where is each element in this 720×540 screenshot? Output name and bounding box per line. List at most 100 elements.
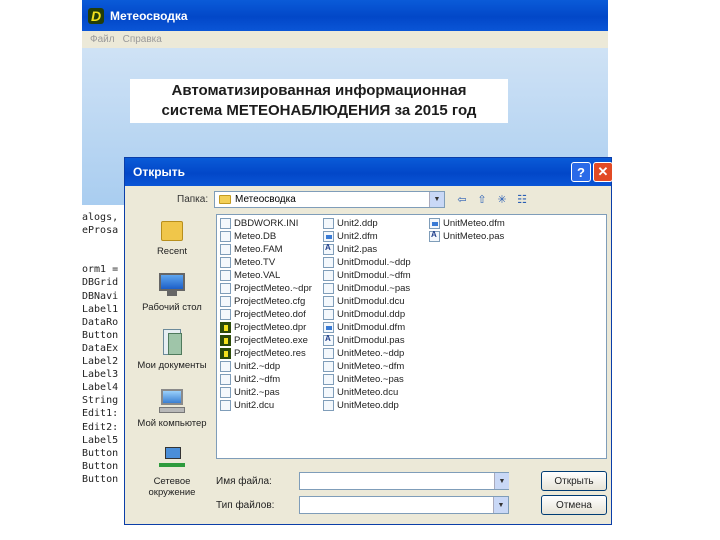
- file-item[interactable]: Unit2.~dfm: [220, 373, 312, 386]
- file-item[interactable]: UnitDmodul.~dfm: [323, 269, 411, 282]
- file-name: UnitMeteo.dcu: [337, 387, 399, 398]
- help-button[interactable]: ?: [571, 162, 591, 182]
- file-name: Meteo.FAM: [234, 244, 283, 255]
- file-name: UnitMeteo.ddp: [337, 400, 399, 411]
- file-item[interactable]: ProjectMeteo.~dpr: [220, 282, 312, 295]
- close-button[interactable]: ✕: [593, 162, 613, 182]
- file-item[interactable]: Unit2.dfm: [323, 230, 411, 243]
- filename-input[interactable]: [299, 472, 509, 490]
- chevron-down-icon[interactable]: ▼: [494, 473, 509, 489]
- place-network-label-1: Сетевое: [153, 476, 191, 487]
- place-recent[interactable]: Recent: [129, 215, 215, 257]
- file-icon: [323, 243, 334, 255]
- file-name: Unit2.dcu: [234, 400, 275, 411]
- file-item[interactable]: ProjectMeteo.cfg: [220, 295, 312, 308]
- file-icon: [220, 361, 231, 372]
- file-item[interactable]: Meteo.DB: [220, 230, 312, 243]
- file-name: UnitMeteo.dfm: [443, 218, 505, 229]
- code-line: Button: [82, 460, 119, 472]
- file-name: Unit2.~pas: [234, 387, 280, 398]
- file-item[interactable]: UnitMeteo.~dfm: [323, 360, 411, 373]
- place-desktop[interactable]: Рабочий стол: [129, 271, 215, 313]
- banner-line1: Автоматизированная информационная: [171, 82, 467, 99]
- up-folder-icon[interactable]: ⇧: [475, 192, 489, 206]
- file-item[interactable]: UnitDmodul.ddp: [323, 308, 411, 321]
- look-in-dropdown[interactable]: Метеосводка ▼: [214, 191, 445, 208]
- filetype-select[interactable]: ▼: [299, 496, 509, 514]
- places-bar: Recent Рабочий стол Мои документы Мой ко…: [129, 213, 215, 513]
- file-icon: [323, 387, 334, 398]
- file-icon: [323, 322, 334, 333]
- file-name: ProjectMeteo.exe: [234, 335, 308, 346]
- file-name: UnitMeteo.~pas: [337, 374, 404, 385]
- back-arrow-icon[interactable]: ⇦: [455, 192, 469, 206]
- file-icon: [220, 231, 231, 242]
- file-item[interactable]: ProjectMeteo.res: [220, 347, 312, 360]
- file-item[interactable]: Meteo.TV: [220, 256, 312, 269]
- file-item[interactable]: UnitMeteo.~ddp: [323, 347, 411, 360]
- chevron-down-icon[interactable]: ▼: [429, 192, 444, 207]
- banner-line2: система МЕТЕОНАБЛЮДЕНИЯ за 2015 год: [161, 102, 477, 119]
- place-network-label-2: окружение: [148, 487, 196, 498]
- file-item[interactable]: Unit2.~ddp: [220, 360, 312, 373]
- file-icon: [323, 334, 334, 346]
- file-name: ProjectMeteo.cfg: [234, 296, 306, 307]
- file-item[interactable]: Unit2.pas: [323, 243, 411, 256]
- file-item[interactable]: UnitMeteo.ddp: [323, 399, 411, 412]
- code-line: Button: [82, 447, 119, 459]
- app-titlebar: D Метеосводка: [82, 0, 608, 31]
- file-item[interactable]: UnitMeteo.dfm: [429, 217, 505, 230]
- file-item[interactable]: Unit2.~pas: [220, 386, 312, 399]
- file-item[interactable]: UnitDmodul.~pas: [323, 282, 411, 295]
- file-item[interactable]: ProjectMeteo.dof: [220, 308, 312, 321]
- file-item[interactable]: UnitMeteo.pas: [429, 230, 505, 243]
- chevron-down-icon[interactable]: ▼: [493, 497, 508, 513]
- code-line: DBNavi: [82, 290, 119, 302]
- file-icon: [323, 374, 334, 385]
- open-button[interactable]: Открыть: [541, 471, 607, 491]
- file-name: Meteo.VAL: [234, 270, 281, 281]
- file-item[interactable]: Unit2.dcu: [220, 399, 312, 412]
- file-icon: [220, 348, 231, 359]
- new-folder-icon[interactable]: ✳: [495, 192, 509, 206]
- file-item[interactable]: UnitDmodul.pas: [323, 334, 411, 347]
- file-name: Unit2.dfm: [337, 231, 378, 242]
- file-icon: [429, 218, 440, 229]
- file-item[interactable]: Unit2.ddp: [323, 217, 411, 230]
- place-computer-label: Мой компьютер: [137, 418, 207, 429]
- place-computer[interactable]: Мой компьютер: [129, 387, 215, 429]
- file-item[interactable]: ProjectMeteo.exe: [220, 334, 312, 347]
- file-name: Meteo.DB: [234, 231, 277, 242]
- file-item[interactable]: Meteo.VAL: [220, 269, 312, 282]
- place-network[interactable]: Сетевое окружение: [129, 445, 215, 498]
- place-documents[interactable]: Мои документы: [129, 329, 215, 371]
- view-menu-icon[interactable]: ☷: [515, 192, 529, 206]
- file-item[interactable]: UnitMeteo.~pas: [323, 373, 411, 386]
- code-line: Label5: [82, 434, 119, 446]
- filename-dropdown[interactable]: ▼: [494, 473, 509, 489]
- file-item[interactable]: UnitMeteo.dcu: [323, 386, 411, 399]
- filetype-label: Тип файлов:: [216, 500, 275, 511]
- file-item[interactable]: UnitDmodul.dcu: [323, 295, 411, 308]
- file-column-2: Unit2.ddp Unit2.dfm Unit2.pas UnitDmodul.~d…: [323, 217, 411, 412]
- file-column-3: UnitMeteo.dfm UnitMeteo.pas: [429, 217, 505, 243]
- code-line: DataEx: [82, 342, 119, 354]
- file-icon: [323, 257, 334, 268]
- file-icon: [220, 322, 231, 333]
- file-item[interactable]: Meteo.FAM: [220, 243, 312, 256]
- file-item[interactable]: DBDWORK.INI: [220, 217, 312, 230]
- code-line: Label2: [82, 356, 119, 368]
- cancel-button[interactable]: Отмена: [541, 495, 607, 515]
- file-item[interactable]: ProjectMeteo.dpr: [220, 321, 312, 334]
- menu-help[interactable]: Справка: [123, 34, 162, 45]
- file-name: ProjectMeteo.dof: [234, 309, 306, 320]
- code-line: Label4: [82, 382, 119, 394]
- code-text: alogs, eProsa orm1 = DBGrid DBNavi Label1 Data…: [82, 211, 126, 486]
- file-item[interactable]: UnitDmodul.dfm: [323, 321, 411, 334]
- file-icon: [220, 270, 231, 281]
- menu-file[interactable]: Файл: [90, 34, 115, 45]
- file-list[interactable]: DBDWORK.INI Meteo.DB Meteo.FAM Meteo.TV Mete…: [216, 214, 607, 459]
- file-item[interactable]: UnitDmodul.~ddp: [323, 256, 411, 269]
- title-banner: Автоматизированная информационная систем…: [130, 79, 508, 123]
- code-line: Button: [82, 473, 119, 485]
